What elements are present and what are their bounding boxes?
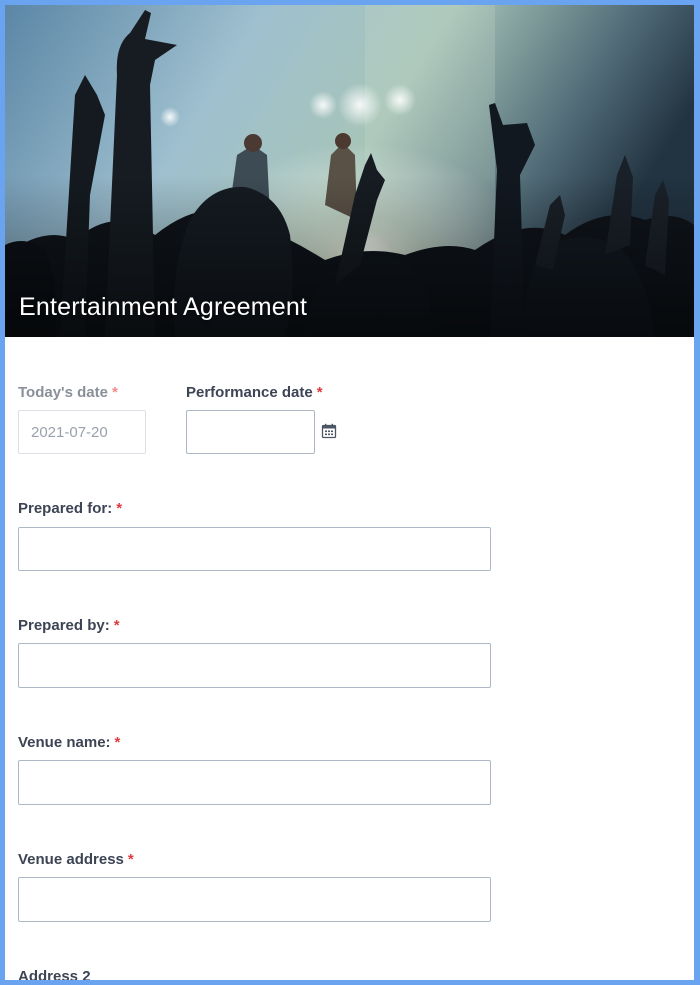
prepared-by-input[interactable]: [18, 643, 491, 688]
required-marker: *: [114, 734, 121, 751]
required-marker: *: [316, 384, 323, 401]
required-marker: *: [116, 500, 123, 517]
venue-name-input[interactable]: [18, 760, 491, 805]
prepared-for-label: Prepared for: *: [18, 500, 122, 517]
todays-date-label: Today's date *: [18, 384, 118, 401]
performance-date-input[interactable]: [186, 410, 315, 454]
prepared-by-label-text: Prepared by:: [18, 617, 110, 634]
prepared-for-label-text: Prepared for:: [18, 500, 113, 517]
venue-address-label: Venue address *: [18, 851, 134, 868]
address-2-label: Address 2: [18, 968, 91, 985]
venue-name-label-text: Venue name:: [18, 734, 111, 751]
venue-address-input[interactable]: [18, 877, 491, 922]
page-title: Entertainment Agreement: [19, 293, 308, 321]
todays-date-input: [18, 410, 146, 454]
performance-date-label: Performance date *: [186, 384, 323, 401]
venue-name-label: Venue name: *: [18, 734, 120, 751]
venue-address-label-text: Venue address: [18, 851, 124, 868]
required-marker: *: [127, 851, 134, 868]
prepared-for-input[interactable]: [18, 527, 491, 571]
calendar-icon[interactable]: [321, 423, 337, 439]
form-frame: Entertainment Agreement Today's date* Pe…: [0, 0, 700, 985]
required-marker: *: [111, 384, 118, 401]
address-2-label-text: Address 2: [18, 968, 91, 985]
prepared-by-label: Prepared by: *: [18, 617, 120, 634]
concert-crowd-image: [5, 5, 694, 337]
header-banner: Entertainment Agreement: [5, 5, 694, 337]
required-marker: *: [113, 617, 120, 634]
performance-date-label-text: Performance date: [186, 384, 313, 401]
todays-date-label-text: Today's date: [18, 384, 108, 401]
